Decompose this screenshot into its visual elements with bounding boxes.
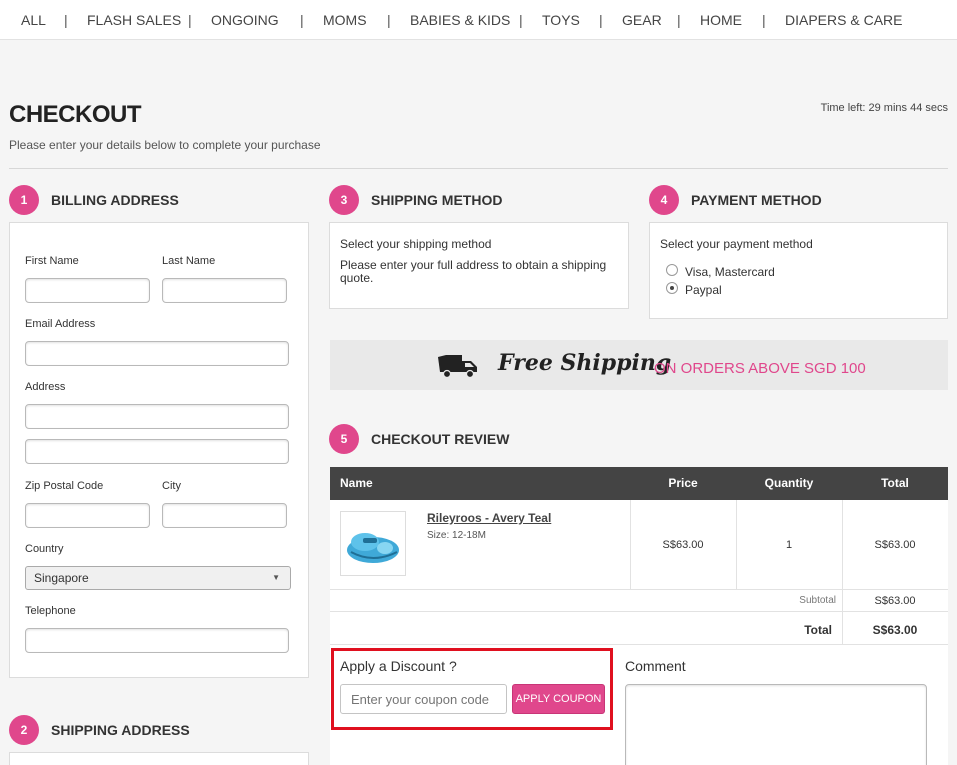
free-shipping-title: Free Shipping <box>498 350 672 376</box>
coupon-input[interactable] <box>340 684 507 714</box>
column-header-price: Price <box>630 467 736 500</box>
country-select[interactable]: Singapore ▼ <box>25 566 291 590</box>
shipping-method-note: Please enter your full address to obtain… <box>340 258 607 285</box>
product-image[interactable] <box>340 511 406 576</box>
shipping-method-panel: Select your shipping method Please enter… <box>329 222 629 309</box>
nav-separator: | <box>64 12 68 28</box>
address-line2-input[interactable] <box>25 439 289 464</box>
comment-textarea[interactable] <box>625 684 927 765</box>
product-quantity: 1 <box>785 539 793 551</box>
divider <box>330 611 948 612</box>
last-name-label: Last Name <box>162 255 216 267</box>
nav-item-babies-kids[interactable]: BABIES & KIDS <box>410 12 510 28</box>
paypal-radio[interactable] <box>666 282 678 294</box>
first-name-input[interactable] <box>25 278 150 303</box>
shipping-address-title: SHIPPING ADDRESS <box>51 722 190 738</box>
first-name-label: First Name <box>25 255 79 267</box>
zip-label: Zip Postal Code <box>25 480 104 492</box>
nav-separator: | <box>300 12 304 28</box>
city-label: City <box>162 480 181 492</box>
time-left-timer: Time left: 29 mins 44 secs <box>820 102 948 114</box>
email-label: Email Address <box>25 318 96 330</box>
billing-step-header: 1 BILLING ADDRESS <box>9 185 309 215</box>
product-name-link[interactable]: Rileyroos - Avery Teal <box>427 511 551 525</box>
nav-item-toys[interactable]: TOYS <box>542 12 580 28</box>
step-number-badge: 5 <box>329 424 359 454</box>
nav-item-home[interactable]: HOME <box>700 12 742 28</box>
shipping-method-step-header: 3 SHIPPING METHOD <box>329 185 629 215</box>
page-subtitle: Please enter your details below to compl… <box>9 138 321 152</box>
nav-item-ongoing[interactable]: ONGOING <box>211 12 279 28</box>
address-line1-input[interactable] <box>25 404 289 429</box>
product-size: Size: 12-18M <box>427 530 486 541</box>
checkout-review-title: CHECKOUT REVIEW <box>371 431 510 447</box>
payment-method-prompt: Select your payment method <box>660 237 813 251</box>
nav-item-diapers-care[interactable]: DIAPERS & CARE <box>785 12 902 28</box>
free-shipping-banner: Free Shipping ON ORDERS ABOVE SGD 100 <box>330 340 948 390</box>
subtotal-label: Subtotal <box>799 595 836 606</box>
column-header-total: Total <box>842 467 948 500</box>
step-number-badge: 3 <box>329 185 359 215</box>
paypal-option-label[interactable]: Paypal <box>685 283 722 297</box>
nav-item-flash-sales[interactable]: FLASH SALES <box>87 12 181 28</box>
telephone-input[interactable] <box>25 628 289 653</box>
billing-title: BILLING ADDRESS <box>51 192 179 208</box>
payment-method-panel: Select your payment method Visa, Masterc… <box>649 222 948 319</box>
divider <box>9 168 948 169</box>
page-title: CHECKOUT <box>9 101 142 128</box>
total-value: S$63.00 <box>872 623 918 637</box>
visa-option-label[interactable]: Visa, Mastercard <box>685 265 775 279</box>
nav-item-all[interactable]: ALL <box>21 12 46 28</box>
step-number-badge: 4 <box>649 185 679 215</box>
nav-item-gear[interactable]: GEAR <box>622 12 662 28</box>
last-name-input[interactable] <box>162 278 287 303</box>
nav-separator: | <box>387 12 391 28</box>
step-number-badge: 1 <box>9 185 39 215</box>
email-input[interactable] <box>25 341 289 366</box>
divider <box>736 500 737 589</box>
city-input[interactable] <box>162 503 287 528</box>
zip-input[interactable] <box>25 503 150 528</box>
nav-separator: | <box>519 12 523 28</box>
payment-method-step-header: 4 PAYMENT METHOD <box>649 185 949 215</box>
payment-method-title: PAYMENT METHOD <box>691 192 822 208</box>
checkout-review-table: Name Price Quantity Total Rileyroos - Av… <box>330 467 948 645</box>
product-total: S$63.00 <box>874 539 916 551</box>
shipping-method-prompt: Select your shipping method <box>340 237 492 251</box>
column-header-name: Name <box>330 467 630 500</box>
subtotal-value: S$63.00 <box>874 595 916 607</box>
discount-title: Apply a Discount ? <box>340 658 457 674</box>
address-label: Address <box>25 381 66 393</box>
product-price: S$63.00 <box>662 539 704 551</box>
comment-label: Comment <box>625 658 686 674</box>
country-label: Country <box>25 543 64 555</box>
telephone-label: Telephone <box>25 605 76 617</box>
nav-separator: | <box>677 12 681 28</box>
divider <box>630 500 631 589</box>
checkout-review-step-header: 5 CHECKOUT REVIEW <box>329 424 629 454</box>
step-number-badge: 2 <box>9 715 39 745</box>
nav-separator: | <box>188 12 192 28</box>
shipping-method-title: SHIPPING METHOD <box>371 192 503 208</box>
nav-separator: | <box>762 12 766 28</box>
top-nav: ALL | FLASH SALES | ONGOING | MOMS | BAB… <box>0 0 957 40</box>
apply-coupon-button[interactable]: APPLY COUPON <box>512 684 605 714</box>
truck-icon <box>438 355 477 379</box>
nav-item-moms[interactable]: MOMS <box>323 12 367 28</box>
visa-radio[interactable] <box>666 264 678 276</box>
nav-separator: | <box>599 12 603 28</box>
shipping-address-form <box>9 752 309 765</box>
divider <box>330 589 948 590</box>
column-header-quantity: Quantity <box>736 467 842 500</box>
country-value: Singapore <box>34 571 89 585</box>
chevron-down-icon: ▼ <box>272 573 280 582</box>
total-label: Total <box>804 623 832 637</box>
shipping-address-step-header: 2 SHIPPING ADDRESS <box>9 715 309 745</box>
billing-form: First Name Last Name Email Address Addre… <box>9 222 309 678</box>
free-shipping-note: ON ORDERS ABOVE SGD 100 <box>654 360 866 377</box>
